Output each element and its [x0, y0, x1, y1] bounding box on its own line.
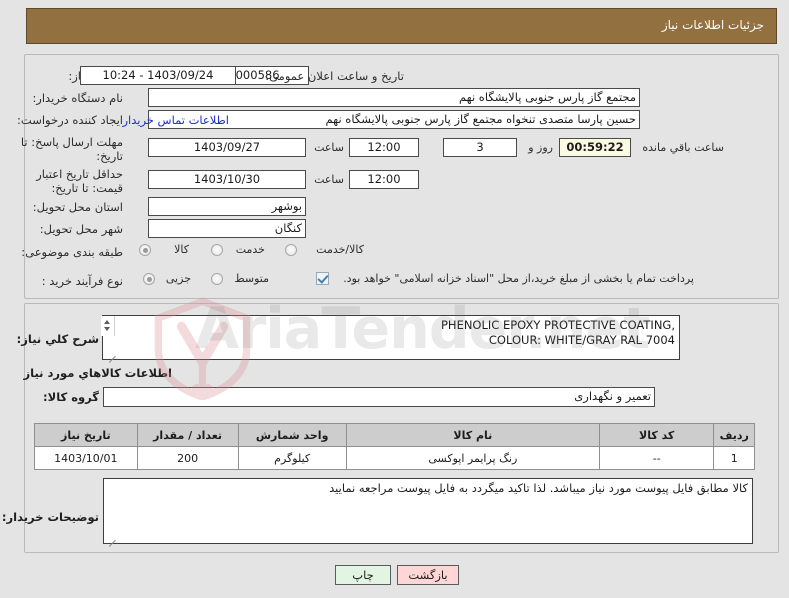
- page-title: جزئیات اطلاعات نیاز: [661, 18, 764, 32]
- col-quantity: تعداد / مقدار: [136, 423, 239, 447]
- label-delivery-city: شهر محل تحویل:: [39, 222, 123, 236]
- field-deadline-date[interactable]: 1403/09/27: [148, 138, 306, 157]
- radio-subject-service[interactable]: [211, 244, 223, 256]
- label-subject-goods-service: کالا/خدمت: [316, 243, 364, 256]
- cell-goods-name: رنگ پرایمر اپوکسی: [345, 446, 600, 470]
- radio-subject-goods-service[interactable]: [285, 244, 297, 256]
- label-buyer-notes: توضیحات خریدار:: [1, 510, 99, 524]
- field-days-remaining[interactable]: 3: [443, 138, 517, 157]
- label-delivery-province: استان محل تحویل:: [32, 200, 123, 214]
- cell-unit: کیلوگرم: [237, 446, 347, 470]
- label-price-validity-hour: ساعت: [314, 173, 344, 186]
- radio-process-medium[interactable]: [211, 273, 223, 285]
- label-deadline-hour: ساعت: [314, 141, 344, 154]
- radio-process-minor[interactable]: [143, 273, 155, 285]
- print-button[interactable]: چاپ: [335, 565, 391, 585]
- label-price-validity: حداقل تاریخ اعتبار قیمت: تا تاریخ:: [36, 167, 123, 195]
- field-delivery-city[interactable]: کنگان: [148, 219, 306, 238]
- description-line-2: COLOUR: WHITE/GRAY RAL 7004: [488, 333, 675, 347]
- field-buyer-notes[interactable]: کالا مطابق فایل پیوست مورد نیاز میباشد. …: [103, 478, 753, 544]
- label-subject-service: خدمت: [235, 243, 265, 256]
- description-spinner[interactable]: [101, 316, 115, 336]
- field-price-validity-time[interactable]: 12:00: [349, 170, 419, 189]
- col-goods-name: نام کالا: [345, 423, 600, 447]
- col-row-number: ردیف: [713, 423, 755, 447]
- label-public-announce: تاریخ و ساعت اعلان عمومی:: [265, 69, 404, 83]
- field-delivery-province[interactable]: بوشهر: [148, 197, 306, 216]
- label-process-minor: جزیی: [165, 272, 191, 285]
- label-subject-goods: کالا: [174, 243, 189, 256]
- field-general-description[interactable]: PHENOLIC EPOXY PROTECTIVE COATING, COLOU…: [102, 315, 680, 360]
- field-goods-group[interactable]: تعمیر و نگهداری: [103, 387, 655, 407]
- goods-table: ردیف کد کالا نام کالا واحد شمارش تعداد /…: [34, 423, 755, 470]
- label-response-deadline: مهلت ارسال پاسخ: تا تاریخ:: [20, 135, 123, 163]
- cell-row-number: 1: [713, 446, 755, 470]
- field-countdown: 00:59:22: [559, 138, 631, 157]
- label-remaining-word: ساعت باقي مانده: [642, 141, 724, 154]
- cell-quantity: 200: [136, 446, 239, 470]
- field-buyer-org[interactable]: مجتمع گاز پارس جنوبی پالایشگاه نهم: [148, 88, 640, 107]
- table-row[interactable]: 1 -- رنگ پرایمر اپوکسی کیلوگرم 200 1403/…: [34, 446, 755, 470]
- label-subject-classification: طبقه بندی موضوعی:: [21, 245, 123, 259]
- col-unit: واحد شمارش: [237, 423, 347, 447]
- field-deadline-time[interactable]: 12:00: [349, 138, 419, 157]
- label-buyer-org: نام دستگاه خریدار:: [32, 91, 123, 105]
- radio-subject-goods[interactable]: [139, 244, 151, 256]
- page-root: جزئیات اطلاعات نیاز شماره نیاز: 11030975…: [0, 0, 789, 598]
- label-islamic-treasury: پرداخت تمام یا بخشی از مبلغ خرید،از محل …: [343, 272, 694, 285]
- description-line-1: PHENOLIC EPOXY PROTECTIVE COATING,: [440, 318, 675, 332]
- col-need-date: تاریخ نیاز: [34, 423, 138, 447]
- label-goods-group: گروه کالا:: [43, 390, 99, 404]
- field-public-announce[interactable]: 1403/09/24 - 10:24: [80, 66, 236, 85]
- goods-section-heading: اطلاعات کالاهاي مورد نیاز: [23, 366, 172, 380]
- label-process-medium: متوسط: [234, 272, 269, 285]
- label-process-type: نوع فرآیند خرید :: [41, 274, 123, 288]
- label-request-creator: ایجاد کننده درخواست:: [17, 113, 123, 127]
- table-header-row: ردیف کد کالا نام کالا واحد شمارش تعداد /…: [34, 423, 755, 447]
- col-goods-code: کد کالا: [598, 423, 715, 447]
- cell-need-date: 1403/10/01: [34, 446, 138, 470]
- label-general-description: شرح کلي نياز:: [16, 332, 99, 346]
- cell-goods-code: --: [598, 446, 715, 470]
- page-title-bar: جزئیات اطلاعات نیاز: [26, 8, 777, 44]
- buyer-contact-link[interactable]: اطلاعات تماس خریدار: [122, 113, 229, 127]
- label-days-word: روز و: [528, 141, 553, 154]
- field-price-validity-date[interactable]: 1403/10/30: [148, 170, 306, 189]
- checkbox-islamic-treasury[interactable]: [316, 272, 329, 285]
- back-button[interactable]: بازگشت: [397, 565, 459, 585]
